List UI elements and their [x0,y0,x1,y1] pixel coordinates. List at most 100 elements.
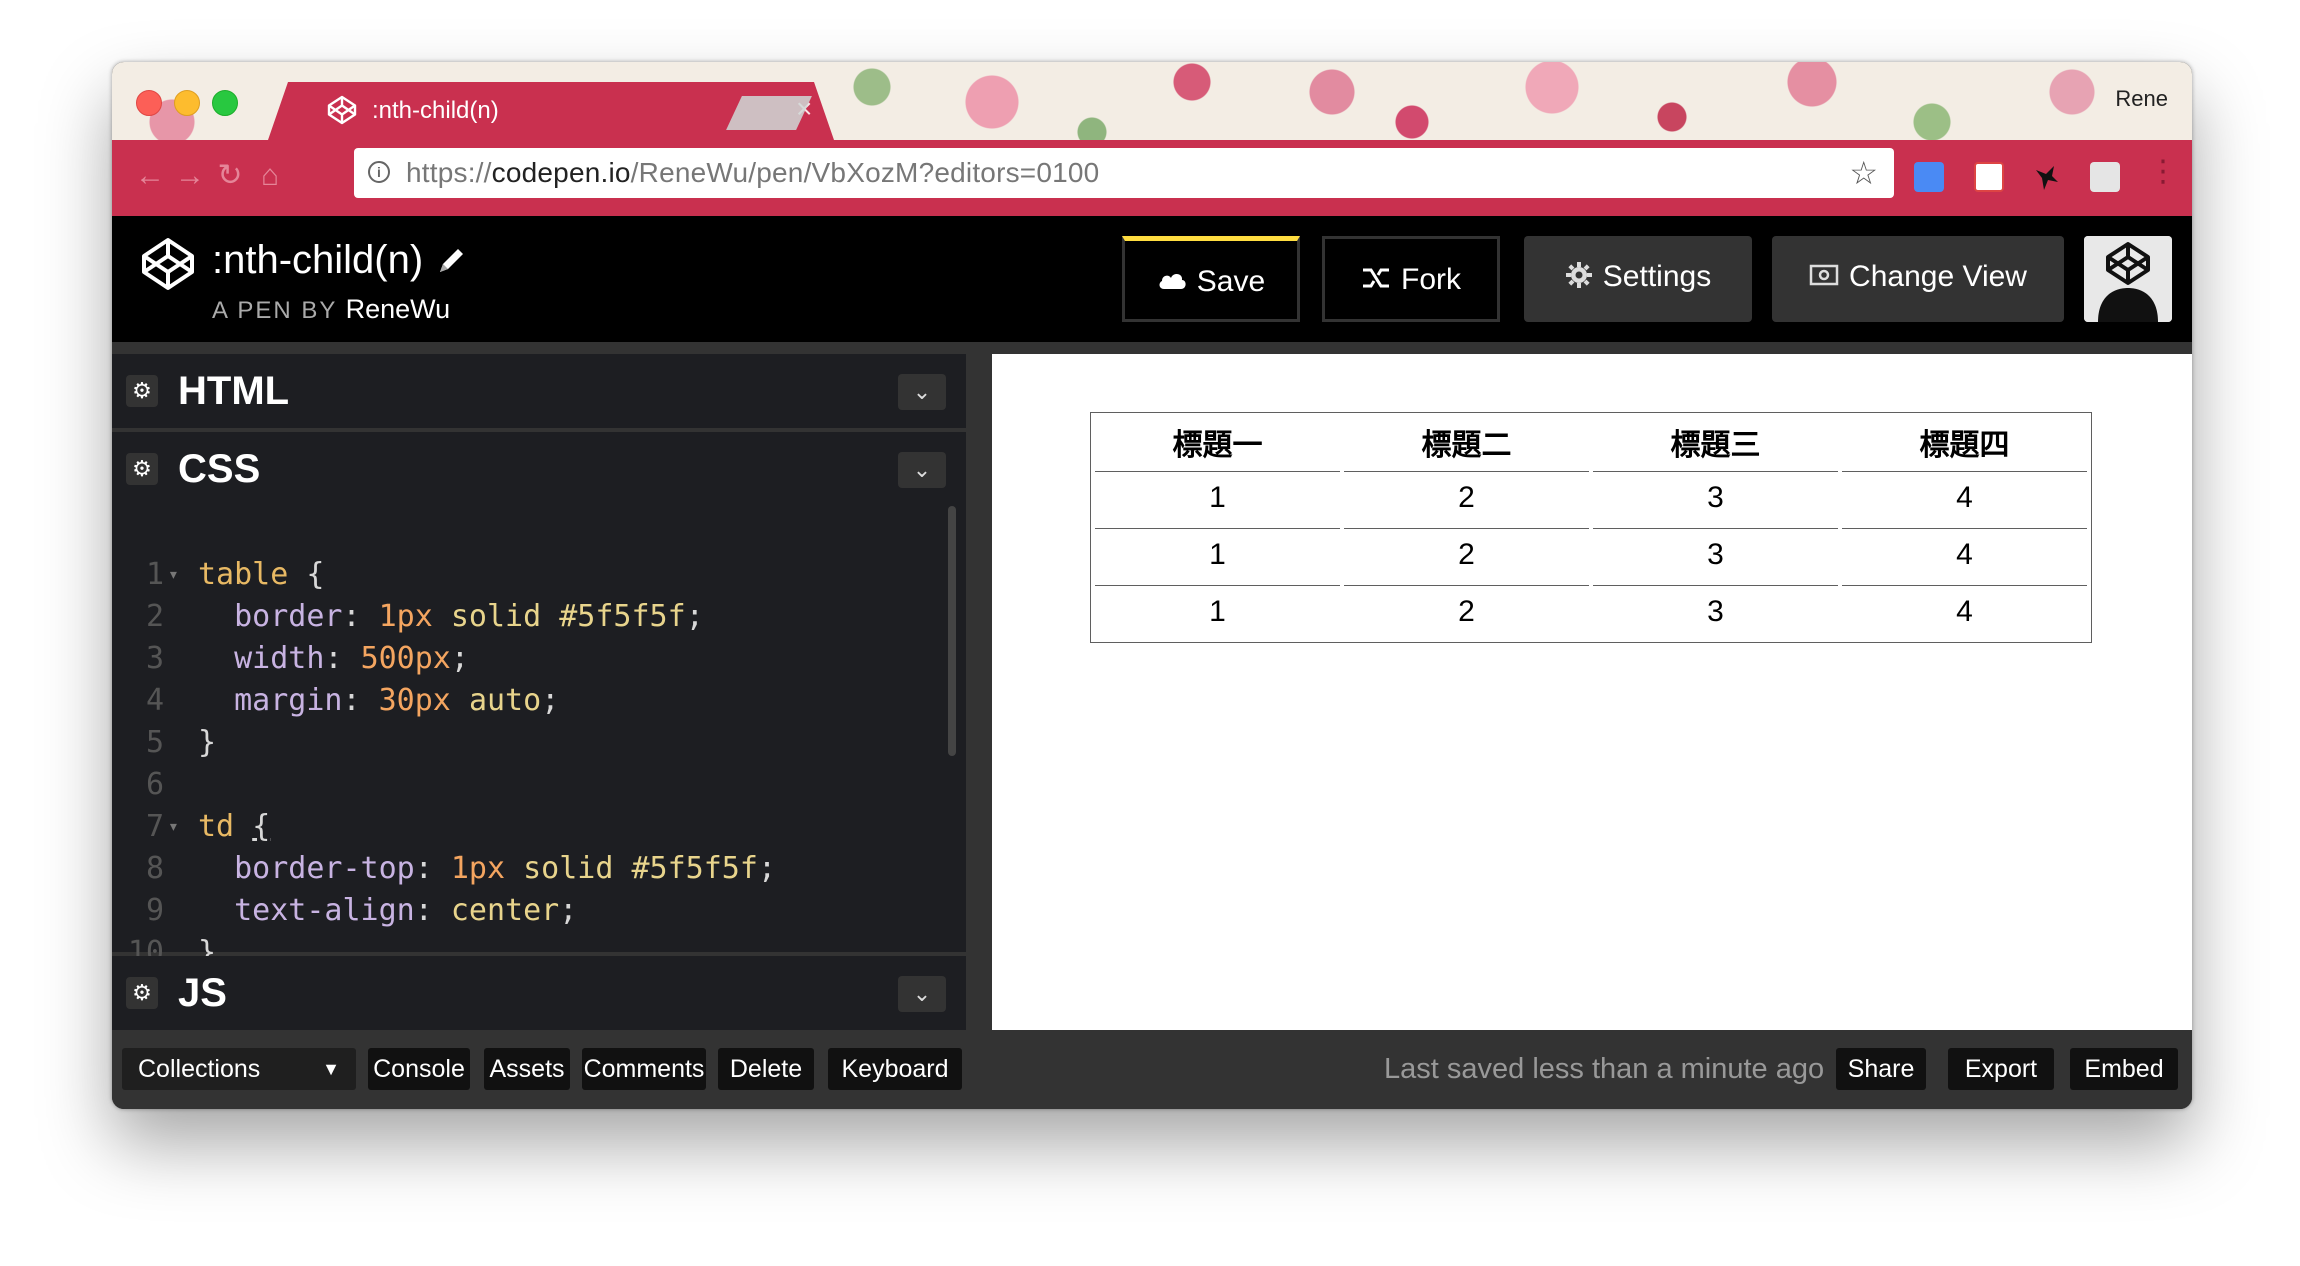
cloud-icon [1159,274,1186,290]
css-editor-header[interactable]: ⚙ CSS ⌄ [112,432,966,506]
back-arrow-icon[interactable]: ← [132,158,168,194]
codepen-footer: Collections ▼ Console Assets Comments Del… [112,1030,2192,1109]
table-cell: 1 [1095,471,1340,524]
bookmark-star-icon[interactable]: ☆ [1849,154,1878,192]
code-line: 7 ▾ td { [112,764,966,844]
address-bar[interactable]: i https://codepen.io/ReneWu/pen/VbXozM?e… [354,148,1894,198]
site-info-icon[interactable]: i [368,161,390,183]
assets-button[interactable]: Assets [484,1048,570,1090]
forward-arrow-icon[interactable]: → [172,158,208,194]
pane-resize-handle[interactable] [966,354,992,1030]
tab-title: :nth-child(n) [372,97,499,124]
codepen-logo-icon[interactable] [140,236,196,292]
html-settings-gear-icon[interactable]: ⚙ [126,375,158,407]
html-editor-header[interactable]: ⚙ HTML ⌄ [112,354,966,428]
reload-icon[interactable]: ↻ [212,158,248,194]
table-cell: 2 [1344,585,1589,638]
google-translate-extension-icon[interactable] [1914,162,1944,192]
caret-down-icon: ▼ [322,1059,340,1079]
code-line: 8 border-top: 1px solid #5f5f5f; [112,806,966,886]
pencil-edit-icon[interactable] [434,244,468,278]
byline-prefix: A PEN BY [212,297,337,324]
browser-window: :nth-child(n) × Rene ← → ↻ ⌂ i https://c… [112,62,2192,1109]
code-line: 6 [112,722,966,802]
url-scheme: https:// [406,157,492,188]
collections-dropdown[interactable]: Collections ▼ [122,1048,356,1090]
table-header-row: 標題一 標題二 標題三 標題四 [1095,417,2087,467]
camera-extension-icon[interactable] [2090,162,2120,192]
table-cell: 4 [1842,585,2087,638]
url-domain: codepen.io [491,157,631,188]
html-editor-label: HTML [178,369,290,413]
author-link[interactable]: ReneWu [346,294,451,324]
table-cell: 3 [1593,585,1838,638]
menu-dots-icon[interactable]: ⋮ [2148,157,2178,192]
home-icon[interactable]: ⌂ [252,158,288,194]
table-cell: 3 [1593,471,1838,524]
table-row: 1 2 3 4 [1095,471,2087,524]
editor-column: ⚙ HTML ⌄ ⚙ CSS ⌄ 1 ▾ table { 2 border: 1px… [112,354,966,1030]
bird-extension-icon[interactable] [2032,162,2062,192]
table-cell: 4 [1842,528,2087,581]
comments-button[interactable]: Comments [582,1048,706,1090]
pen-byline: A PEN BY ReneWu [212,294,450,326]
js-editor-header[interactable]: ⚙ JS ⌄ [112,956,966,1030]
gear-icon [1565,262,1592,289]
codepen-header: :nth-child(n) A PEN BY ReneWu Save Fork … [112,216,2192,342]
last-saved-status: Last saved less than a minute ago [1384,1053,1825,1085]
table-cell: 1 [1095,528,1340,581]
code-line: 10} [112,890,966,970]
browser-toolbar: ← → ↻ ⌂ i https://codepen.io/ReneWu/pen/… [112,140,2192,216]
table-cell: 2 [1344,471,1589,524]
code-line: 9 text-align: center; [112,848,966,928]
maximize-window-button[interactable] [212,90,238,116]
share-button[interactable]: Share [1836,1048,1926,1090]
css-editor-label: CSS [178,447,261,491]
header-separator [112,342,2192,354]
codepen-favicon-icon [327,95,357,125]
pen-title[interactable]: :nth-child(n) [212,236,423,284]
change-view-button[interactable]: Change View [1772,236,2064,322]
js-settings-gear-icon[interactable]: ⚙ [126,977,158,1009]
css-code-editor[interactable]: 1 ▾ table { 2 border: 1px solid #5f5f5f; 3… [112,506,966,970]
settings-button[interactable]: Settings [1524,236,1752,322]
table-row: 1 2 3 4 [1095,585,2087,638]
code-line: 2 border: 1px solid #5f5f5f; [112,554,966,634]
fork-button[interactable]: Fork [1322,236,1500,322]
url-text[interactable]: https://codepen.io/ReneWu/pen/VbXozM?edi… [406,158,1099,188]
table-header-cell: 標題三 [1670,429,1761,462]
table-header-cell: 標題二 [1421,429,1512,462]
save-button[interactable]: Save [1122,236,1300,322]
code-line: 1 ▾ table { [112,512,966,592]
change-view-label: Change View [1849,260,2027,293]
table-cell: 4 [1842,471,2087,524]
gmail-extension-icon[interactable] [1974,162,2004,192]
console-button[interactable]: Console [368,1048,470,1090]
table-header-cell: 標題四 [1919,429,2010,462]
fork-icon [1363,268,1389,288]
table-cell: 1 [1095,585,1340,638]
url-path: /ReneWu/pen/VbXozM?editors=0100 [630,157,1100,188]
user-avatar[interactable] [2084,236,2172,322]
result-preview: 標題一 標題二 標題三 標題四 1 2 3 4 1 2 3 4 1 2 3 4 [992,354,2192,1030]
delete-button[interactable]: Delete [718,1048,814,1090]
close-window-button[interactable] [136,90,162,116]
table-cell: 2 [1344,528,1589,581]
code-line: 4 margin: 30px auto; [112,638,966,718]
minimize-window-button[interactable] [174,90,200,116]
collections-label: Collections [138,1055,261,1083]
embed-button[interactable]: Embed [2070,1048,2178,1090]
view-icon [1809,264,1839,286]
fork-label: Fork [1401,263,1461,296]
css-collapse-chevron-icon[interactable]: ⌄ [898,452,946,488]
code-line: 3 width: 500px; [112,596,966,676]
html-collapse-chevron-icon[interactable]: ⌄ [898,374,946,410]
js-collapse-chevron-icon[interactable]: ⌄ [898,976,946,1012]
css-settings-gear-icon[interactable]: ⚙ [126,453,158,485]
profile-name[interactable]: Rene [2115,86,2168,112]
table-cell: 3 [1593,528,1838,581]
export-button[interactable]: Export [1948,1048,2054,1090]
keyboard-button[interactable]: Keyboard [828,1048,962,1090]
editor-scrollbar[interactable] [948,506,956,756]
table-header-cell: 標題一 [1172,429,1263,462]
